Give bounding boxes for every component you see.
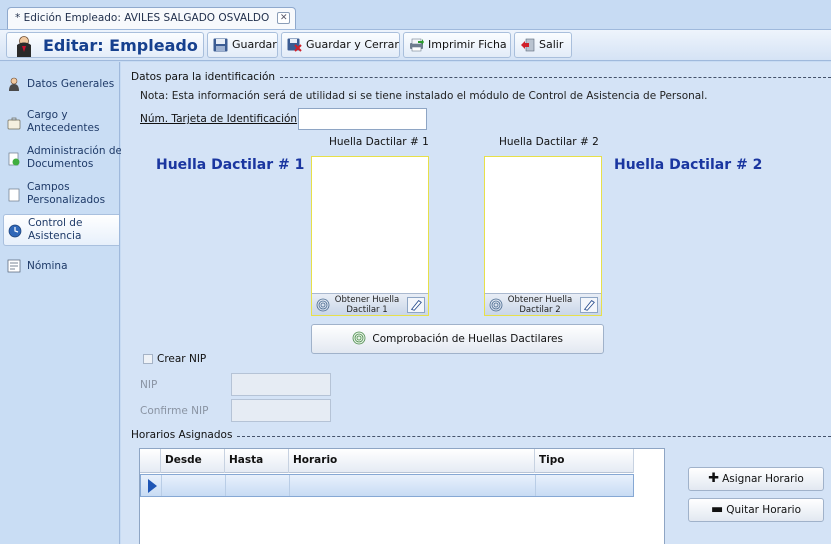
floppy-icon	[213, 38, 228, 52]
nip-label: NIP	[140, 379, 158, 391]
title-block: Editar: Empleado	[6, 32, 204, 58]
remove-schedule-label: Quitar Horario	[726, 504, 802, 516]
grid-header: Desde Hasta Horario Tipo	[140, 449, 634, 473]
grid-cell[interactable]	[290, 475, 536, 496]
card-number-label: Núm. Tarjeta de Identificación	[140, 113, 298, 125]
exit-button[interactable]: Salir	[514, 32, 572, 58]
card-number-input[interactable]	[298, 108, 427, 130]
schedules-section-title: Horarios Asignados	[131, 429, 237, 441]
confirm-nip-label: Confirme NIP	[140, 405, 209, 417]
create-nip-label: Crear NIP	[157, 353, 207, 365]
clock-icon	[8, 224, 22, 238]
fingerprint-icon	[316, 298, 330, 312]
person-icon	[9, 77, 19, 91]
briefcase-icon	[7, 117, 21, 130]
nav-label: Cargo y Antecedentes	[27, 109, 100, 134]
verify-fingerprints-label: Comprobación de Huellas Dactilares	[372, 333, 563, 345]
documents-icon	[8, 152, 20, 166]
nav-item-asistencia[interactable]: Control de Asistencia	[3, 214, 119, 246]
user-icon	[17, 36, 31, 57]
fingerprint-1-box: Obtener Huella Dactilar 1	[311, 156, 429, 316]
left-nav: Datos Generales Cargo y Antecedentes Adm…	[0, 62, 122, 544]
fingerprint-2-capture-button[interactable]: Obtener Huella Dactilar 2	[485, 293, 601, 315]
main-panel: Datos para la identificación Nota: Esta …	[121, 62, 831, 544]
grid-cell[interactable]	[226, 475, 290, 496]
payroll-icon	[7, 259, 21, 273]
grid-cell[interactable]	[162, 475, 226, 496]
save-label: Guardar	[232, 38, 277, 51]
nav-item-datos-generales[interactable]: Datos Generales	[3, 70, 119, 98]
section-divider	[275, 77, 831, 78]
nip-input[interactable]	[231, 373, 331, 396]
save-close-icon	[287, 38, 302, 52]
fingerprint-icon	[489, 298, 503, 312]
nav-label: Campos Personalizados	[27, 181, 106, 206]
fingerprint-icon	[352, 331, 366, 345]
nav-label: Nómina	[27, 260, 68, 272]
document-tab-strip: * Edición Empleado: AVILES SALGADO OSVAL…	[0, 0, 831, 29]
fingerprint-2-heading: Huella Dactilar # 2	[614, 157, 763, 173]
create-nip-checkbox[interactable]	[143, 354, 153, 364]
nav-item-cargo[interactable]: Cargo y Antecedentes	[3, 108, 119, 138]
nav-item-campos[interactable]: Campos Personalizados	[3, 180, 119, 210]
fingerprint-1-capture-label: Obtener Huella Dactilar 1	[334, 295, 400, 315]
toolbar: Editar: Empleado Guardar Guardar y Cerra…	[0, 29, 831, 61]
nav-item-documentos[interactable]: Administración de Documentos	[3, 144, 122, 174]
fingerprint-2-capture-label: Obtener Huella Dactilar 2	[507, 295, 573, 315]
save-button[interactable]: Guardar	[207, 32, 278, 58]
nav-item-nomina[interactable]: Nómina	[3, 256, 119, 276]
save-close-label: Guardar y Cerrar	[306, 38, 399, 51]
eraser-icon[interactable]	[580, 297, 598, 313]
assign-schedule-button[interactable]: ✚ Asignar Horario	[688, 467, 824, 491]
table-row[interactable]	[140, 474, 634, 497]
nav-label: Administración de Documentos	[27, 145, 122, 170]
exit-icon	[521, 38, 535, 52]
fingerprint-2-box: Obtener Huella Dactilar 2	[484, 156, 602, 316]
verify-fingerprints-button[interactable]: Comprobación de Huellas Dactilares	[311, 324, 604, 354]
close-tab-icon[interactable]: ✕	[277, 12, 291, 24]
grid-cell	[141, 475, 162, 496]
confirm-nip-input[interactable]	[231, 399, 331, 422]
nav-label: Datos Generales	[27, 78, 115, 90]
fingerprint-1-caption: Huella Dactilar # 1	[329, 136, 429, 148]
column-header[interactable]: Horario	[289, 449, 535, 473]
save-close-button[interactable]: Guardar y Cerrar	[281, 32, 400, 58]
grid-indicator-header	[140, 449, 161, 473]
column-header[interactable]: Hasta	[225, 449, 289, 473]
column-header[interactable]: Desde	[161, 449, 225, 473]
document-tab[interactable]: * Edición Empleado: AVILES SALGADO OSVAL…	[7, 7, 297, 29]
minus-icon: ▬	[710, 502, 724, 517]
page-title: Editar: Empleado	[43, 36, 198, 55]
fingerprint-1-capture-button[interactable]: Obtener Huella Dactilar 1	[312, 293, 428, 315]
eraser-icon[interactable]	[407, 297, 425, 313]
identification-section-title: Datos para la identificación	[131, 71, 280, 83]
form-icon	[8, 188, 20, 202]
print-icon	[410, 38, 424, 52]
exit-label: Salir	[539, 38, 564, 51]
print-button[interactable]: Imprimir Ficha	[403, 32, 511, 58]
remove-schedule-button[interactable]: ▬ Quitar Horario	[688, 498, 824, 522]
assign-schedule-label: Asignar Horario	[722, 473, 804, 485]
identification-note: Nota: Esta información será de utilidad …	[140, 90, 708, 102]
column-header[interactable]: Tipo	[535, 449, 634, 473]
document-tab-title: * Edición Empleado: AVILES SALGADO OSVAL…	[15, 12, 270, 24]
fingerprint-1-heading: Huella Dactilar # 1	[156, 157, 305, 173]
schedules-grid[interactable]: Desde Hasta Horario Tipo	[139, 448, 665, 544]
section-divider	[237, 436, 831, 437]
nav-label: Control de Asistencia	[28, 217, 83, 242]
plus-icon: ✚	[708, 471, 720, 486]
fingerprint-2-caption: Huella Dactilar # 2	[499, 136, 599, 148]
print-label: Imprimir Ficha	[428, 38, 507, 51]
